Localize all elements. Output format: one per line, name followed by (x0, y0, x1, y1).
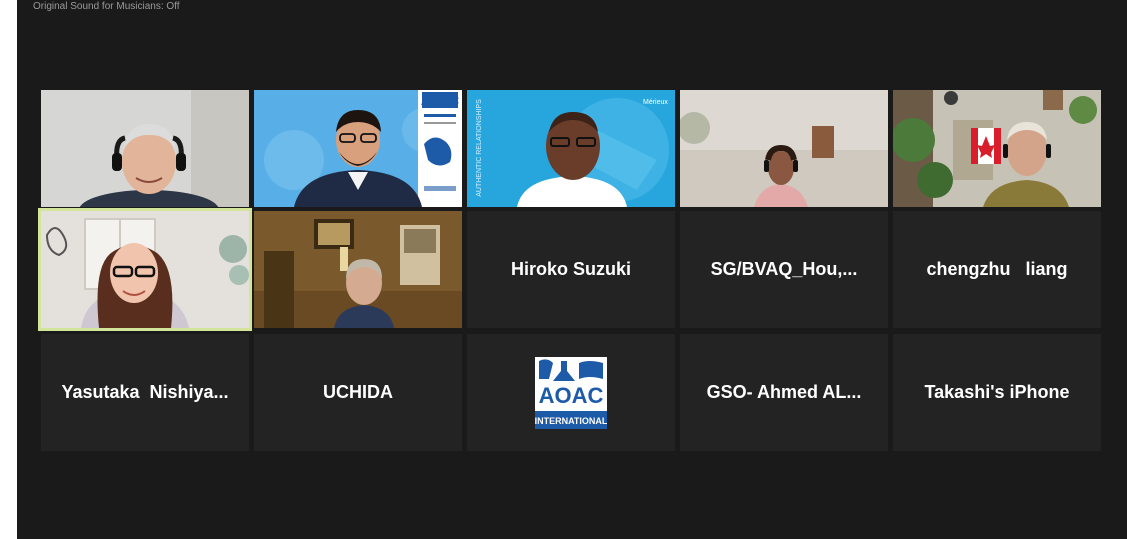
participant-name: SG/BVAQ_Hou,... (710, 259, 858, 279)
video-tile-participant-2[interactable]: AOAC (254, 90, 462, 207)
participant-name: UCHIDA (323, 382, 393, 402)
meeting-window: Original Sound for Musicians: Off AOAC A… (17, 0, 1127, 539)
tile-yasutaka-nishiya[interactable]: Yasutaka Nishiya... (41, 334, 249, 451)
participant-video-feed (680, 90, 888, 207)
video-tile-participant-1[interactable] (41, 90, 249, 207)
aoac-logo-text: AOAC (539, 383, 604, 408)
tile-hiroko-suzuki[interactable]: Hiroko Suzuki (467, 211, 675, 328)
video-tile-participant-5[interactable] (893, 90, 1101, 207)
participant-video-feed (41, 211, 249, 328)
participant-video-feed: AUTHENTIC RELATIONSHIPS Mérieux (467, 90, 675, 207)
aoac-international-logo: AOAC INTERNATIONAL (535, 357, 607, 429)
participant-video-feed (41, 90, 249, 207)
participant-name: chengzhu liang (926, 259, 1068, 279)
participant-name: Yasutaka Nishiya... (61, 382, 229, 402)
tile-aoac-international[interactable]: AOAC INTERNATIONAL (467, 334, 675, 451)
tile-sg-bvaq-hou[interactable]: SG/BVAQ_Hou,... (680, 211, 888, 328)
participant-name: Hiroko Suzuki (510, 259, 631, 279)
aoac-sign-text: AOAC (421, 93, 460, 108)
participant-video-feed: AOAC (254, 90, 462, 207)
participant-name: Takashi's iPhone (924, 382, 1070, 402)
merieux-logo-text: Mérieux (643, 99, 668, 106)
tile-gso-ahmed[interactable]: GSO- Ahmed AL... (680, 334, 888, 451)
aoac-logo-subtext: INTERNATIONAL (535, 416, 607, 426)
participant-video-feed (254, 211, 462, 328)
banner-slogan-text: AUTHENTIC RELATIONSHIPS (476, 99, 483, 197)
tile-chengzhu-liang[interactable]: chengzhu liang (893, 211, 1101, 328)
participant-video-feed (893, 90, 1101, 207)
participant-name: GSO- Ahmed AL... (706, 382, 862, 402)
video-tile-participant-6-active-speaker[interactable] (38, 208, 252, 331)
tile-uchida[interactable]: UCHIDA (254, 334, 462, 451)
video-tile-participant-3[interactable]: AUTHENTIC RELATIONSHIPS Mérieux (467, 90, 675, 207)
video-tile-participant-7[interactable] (254, 211, 462, 328)
video-tile-participant-4[interactable] (680, 90, 888, 207)
tile-takashis-iphone[interactable]: Takashi's iPhone (893, 334, 1101, 451)
original-sound-status: Original Sound for Musicians: Off (33, 1, 180, 12)
